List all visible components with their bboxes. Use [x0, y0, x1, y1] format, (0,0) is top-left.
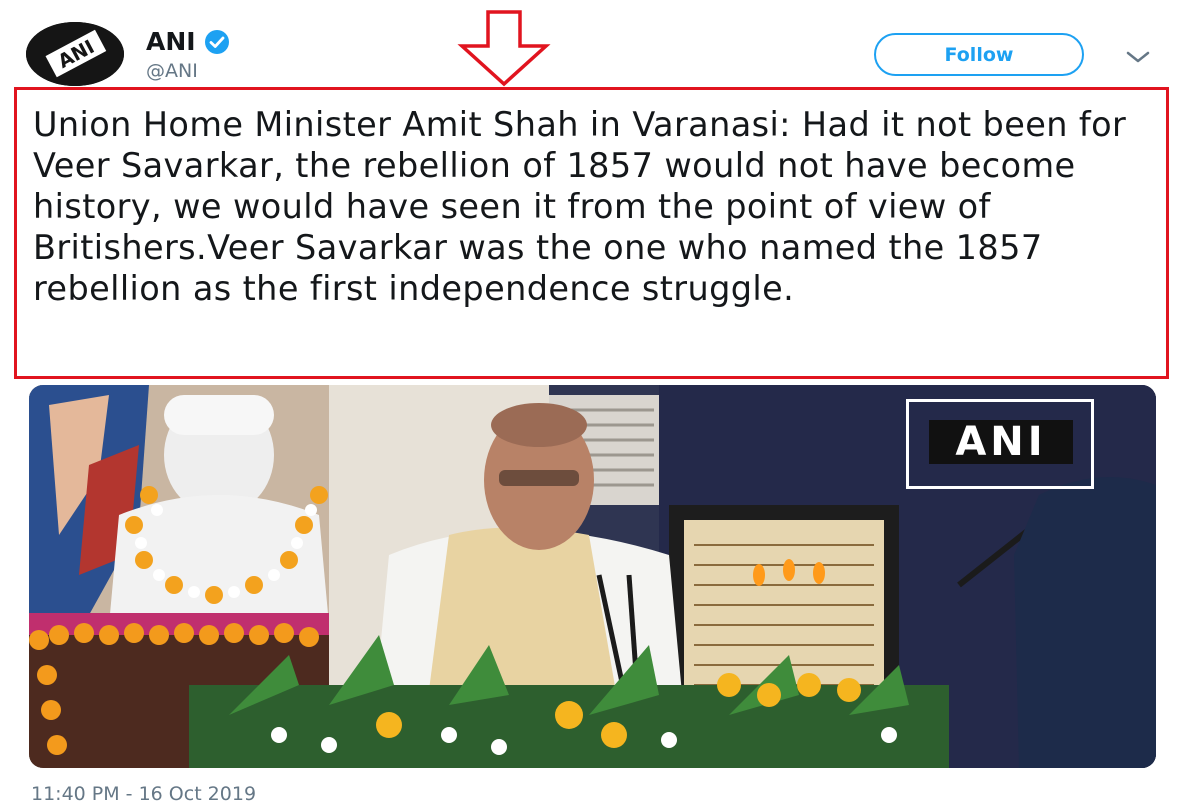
- author-name-row[interactable]: ANI: [146, 27, 230, 56]
- tweet-timestamp[interactable]: 11:40 PM - 16 Oct 2019: [31, 783, 256, 805]
- verified-badge-icon: [204, 29, 229, 54]
- follow-button[interactable]: Follow: [874, 33, 1084, 76]
- author-name[interactable]: ANI: [146, 27, 196, 56]
- ani-watermark: ANI: [906, 399, 1094, 489]
- tweet-screenshot: ANI ANI @ANI Follow Union Home Minister …: [0, 0, 1200, 810]
- down-arrow-icon: [457, 10, 551, 87]
- ani-logo-icon: ANI: [26, 22, 124, 86]
- author-avatar[interactable]: ANI: [26, 22, 124, 86]
- author-handle[interactable]: @ANI: [146, 60, 198, 82]
- tweet-text: Union Home Minister Amit Shah in Varanas…: [33, 105, 1127, 308]
- tweet-media-image[interactable]: ANI: [29, 385, 1156, 768]
- chevron-down-icon[interactable]: [1124, 48, 1152, 66]
- tweet-text-highlight: Union Home Minister Amit Shah in Varanas…: [14, 87, 1169, 379]
- watermark-text: ANI: [929, 420, 1073, 464]
